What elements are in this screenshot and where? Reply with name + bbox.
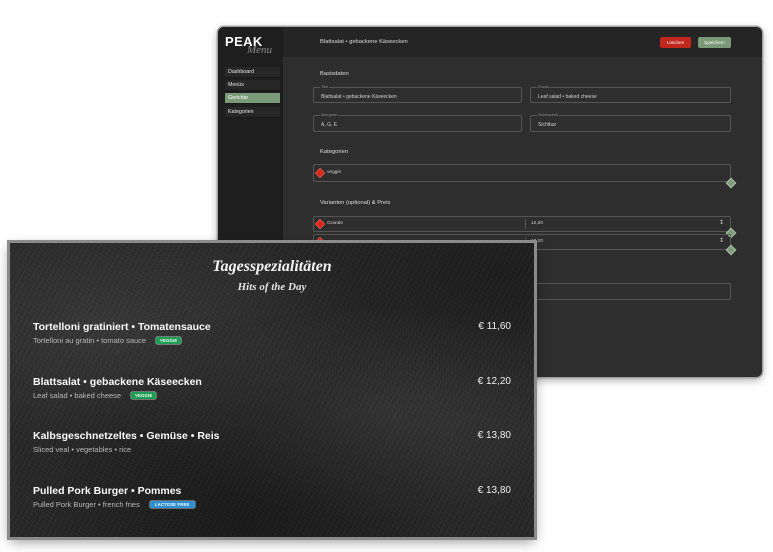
dish-item: Kalbsgeschnetzeltes • Gemüse • Reis Slic… (33, 430, 511, 456)
logo-script: Menu (247, 44, 273, 56)
veggie-badge: VEGGIE (156, 337, 182, 344)
title-field-label: Titel (320, 85, 330, 90)
board-title: Tagesspezialitäten (212, 258, 332, 275)
category-row[interactable]: veggie (313, 164, 731, 182)
dish-subtitle: Pulled Pork Burger • french fries (33, 500, 140, 509)
add-variant-diamond-icon[interactable] (726, 245, 736, 255)
sidebar-item-categories[interactable]: Kategorien (225, 107, 280, 118)
dish-item: Tortelloni gratiniert • Tomatensauce Tor… (33, 321, 511, 347)
editor-header: Blattsalat • gebackene Käseecken Löschen… (283, 27, 762, 57)
visibility-field-value: Sichtbar (538, 122, 557, 128)
up-down-arrows-icon[interactable]: ↕ (719, 237, 724, 245)
dish-price: € 12,20 (477, 376, 511, 387)
variants-heading: Varianten (optional) & Preis (320, 200, 391, 206)
dish-subtitle-row: Tortelloni au gratin • tomato sauce VEGG… (33, 336, 182, 345)
category-tag: veggie (327, 170, 342, 175)
up-down-arrows-icon[interactable]: ↕ (719, 219, 724, 227)
veggie-badge: VEGGIE (131, 392, 157, 399)
dish-title: Tortelloni gratiniert • Tomatensauce (33, 321, 211, 333)
dish-price: € 13,80 (477, 430, 511, 441)
dish-subtitle: Sliced veal • vegetables • rice (33, 445, 132, 454)
subtitle-field-label: Zusatz (537, 85, 551, 90)
dish-subtitle-row: Sliced veal • vegetables • rice (33, 445, 131, 454)
dish-title: Pulled Pork Burger • Pommes (33, 485, 182, 497)
remove-variant-diamond-icon[interactable] (315, 219, 325, 229)
save-button[interactable]: Speichern (698, 37, 731, 48)
remove-category-diamond-icon[interactable] (315, 168, 325, 178)
dish-subtitle: Leaf salad • baked cheese (33, 391, 122, 400)
categories-heading: Kategorien (320, 149, 349, 155)
dish-price: € 13,80 (477, 485, 511, 496)
dish-subtitle-row: Pulled Pork Burger • french fries LACTOS… (33, 500, 195, 509)
basics-heading: Basisdaten (320, 71, 349, 77)
menu-display-board: Tagesspezialitäten Hits of the Day Torte… (10, 243, 534, 537)
variant-row[interactable]: Grande 12,20 ↕ (313, 216, 731, 232)
variant-price[interactable]: 12,20 (531, 221, 543, 227)
subtitle-field[interactable]: Zusatz Leaf salad • baked cheese (530, 85, 731, 103)
page-title: Blattsalat • gebackene Käseecken (320, 39, 408, 45)
sidebar-item-dashboard[interactable]: Dashboard (225, 67, 280, 78)
visibility-field[interactable]: Sichtbarkeit Sichtbar (530, 113, 731, 132)
sidebar-item-menus[interactable]: Menüs (225, 80, 280, 91)
variant-divider (525, 219, 526, 229)
title-field-value: Blattsalat • gebackene Käseecken (321, 94, 397, 100)
allergens-field-value: A, G, E (321, 122, 338, 128)
board-subtitle: Hits of the Day (237, 281, 307, 293)
add-category-diamond-icon[interactable] (726, 178, 736, 188)
allergens-field[interactable]: Allergene A, G, E (313, 113, 522, 132)
lactose-free-badge: LACTOSE FREE (149, 501, 195, 508)
dish-title: Blattsalat • gebackene Käseecken (33, 376, 202, 388)
dish-title: Kalbsgeschnetzeltes • Gemüse • Reis (33, 430, 220, 442)
dish-subtitle-row: Leaf salad • baked cheese VEGGIE (33, 391, 157, 400)
dish-subtitle: Tortelloni au gratin • tomato sauce (33, 336, 147, 345)
dish-price: € 11,60 (478, 321, 511, 332)
variant-name[interactable]: Grande (327, 221, 343, 227)
dish-item: Blattsalat • gebackene Käseecken Leaf sa… (33, 376, 511, 402)
visibility-field-label: Sichtbarkeit (537, 113, 559, 118)
subtitle-field-value: Leaf salad • baked cheese (538, 94, 597, 100)
sidebar-item-dishes[interactable]: Gerichte (225, 93, 280, 104)
title-field[interactable]: Titel Blattsalat • gebackene Käseecken (313, 85, 522, 103)
allergens-field-label: Allergene (320, 113, 339, 118)
delete-button[interactable]: Löschen (660, 37, 691, 48)
dish-item: Pulled Pork Burger • Pommes Pulled Pork … (33, 485, 511, 511)
